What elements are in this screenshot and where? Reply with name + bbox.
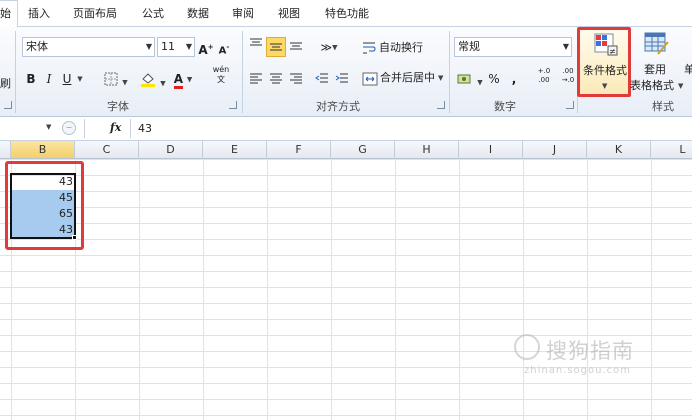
tab-insert[interactable]: 插入 xyxy=(28,5,50,25)
align-bottom-icon[interactable] xyxy=(288,37,304,57)
merge-center-button[interactable]: 合并后居中 ▼ xyxy=(362,69,448,87)
font-group-label: 字体 xyxy=(107,100,129,113)
number-format-select[interactable]: 常规 ▼ xyxy=(454,37,572,57)
ribbon-tab-bar: 始 插入 页面布局 公式 数据 审阅 视图 特色功能 xyxy=(0,0,692,27)
currency-format-icon[interactable]: ▼ xyxy=(456,69,484,89)
border-icon[interactable]: ▼ xyxy=(104,69,128,89)
comma-button[interactable]: , xyxy=(508,69,520,89)
annotation-highlight-frame xyxy=(5,161,84,250)
conditional-format-label: 条件格式 xyxy=(583,64,627,77)
underline-button[interactable]: U xyxy=(60,69,74,89)
italic-button[interactable]: I xyxy=(42,69,56,89)
column-header-b[interactable]: B xyxy=(11,141,75,159)
format-as-table-button[interactable]: 套用 表格格式 ▼ xyxy=(630,29,683,95)
alignment-launcher-icon[interactable] xyxy=(437,101,445,109)
wrap-text-label: 自动换行 xyxy=(379,41,423,54)
tab-data[interactable]: 数据 xyxy=(187,5,209,25)
increase-decimal-icon[interactable]: +.0 .00 xyxy=(534,67,554,87)
column-header-g[interactable]: G xyxy=(331,141,395,159)
column-header-k[interactable]: K xyxy=(587,141,651,159)
group-separator xyxy=(242,31,243,113)
tab-formulas[interactable]: 公式 xyxy=(142,5,164,25)
worksheet-grid[interactable]: BCDEFGHIJKL 43 45 65 43 搜狗指南 zhinan.sogou.c… xyxy=(0,141,692,420)
watermark-url: zhinan.sogou.com xyxy=(524,365,632,376)
select-all-corner[interactable] xyxy=(0,141,11,159)
format-as-table-label-1: 套用 xyxy=(644,63,666,76)
conditional-format-icon: ≠ xyxy=(594,33,618,56)
increase-indent-icon[interactable] xyxy=(334,69,350,89)
column-header-f[interactable]: F xyxy=(267,141,331,159)
divider xyxy=(130,119,131,138)
align-middle-icon[interactable] xyxy=(266,37,286,57)
name-box[interactable]: ▼ xyxy=(0,119,66,138)
styles-group-label: 样式 xyxy=(652,100,674,113)
column-header-h[interactable]: H xyxy=(395,141,459,159)
align-right-icon[interactable] xyxy=(288,69,304,89)
decrease-decimal-icon[interactable]: .00 →.0 xyxy=(558,67,578,87)
column-header-e[interactable]: E xyxy=(203,141,267,159)
expand-icon[interactable]: − xyxy=(62,121,76,135)
column-header-d[interactable]: D xyxy=(139,141,203,159)
merge-center-label: 合并后居中 xyxy=(380,71,435,84)
align-top-icon[interactable] xyxy=(248,37,264,57)
column-header-i[interactable]: I xyxy=(459,141,523,159)
insert-function-icon[interactable]: fx xyxy=(110,121,121,134)
table-format-icon xyxy=(644,32,669,55)
align-left-icon[interactable] xyxy=(248,69,264,89)
shrink-font-icon[interactable]: A- xyxy=(216,37,232,57)
percent-button[interactable]: % xyxy=(486,69,502,89)
number-group-label: 数字 xyxy=(494,100,516,113)
number-launcher-icon[interactable] xyxy=(566,101,574,109)
format-as-table-label-2: 表格格式 xyxy=(630,79,674,92)
svg-text:≠: ≠ xyxy=(609,47,616,56)
name-box-dropdown-icon[interactable]: ▼ xyxy=(46,123,51,131)
align-center-icon[interactable] xyxy=(268,69,284,89)
formula-bar: ▼ − fx 43 xyxy=(0,117,692,141)
column-header-c[interactable]: C xyxy=(75,141,139,159)
divider xyxy=(84,119,85,138)
cell-styles-label[interactable]: 单 xyxy=(684,63,692,77)
wrap-text-button[interactable]: 自动换行 xyxy=(362,39,442,57)
tab-home-label[interactable]: 始 xyxy=(0,5,11,25)
font-name-select[interactable]: 宋体 ▼ xyxy=(22,37,155,57)
font-color-icon[interactable]: A ▼ xyxy=(170,69,196,89)
font-launcher-icon[interactable] xyxy=(229,101,237,109)
grow-font-icon[interactable]: A+ xyxy=(198,37,214,57)
conditional-format-button[interactable]: ≠ 条件格式 ▼ xyxy=(577,27,631,97)
group-separator xyxy=(15,31,16,113)
clipboard-launcher-icon[interactable] xyxy=(4,101,12,109)
tab-view[interactable]: 视图 xyxy=(278,5,300,25)
tab-page-layout[interactable]: 页面布局 xyxy=(73,5,117,25)
column-header-l[interactable]: L xyxy=(651,141,692,159)
tab-special-features[interactable]: 特色功能 xyxy=(325,5,369,25)
fill-color-icon[interactable]: ▼ xyxy=(140,69,166,89)
column-header-j[interactable]: J xyxy=(523,141,587,159)
bold-button[interactable]: B xyxy=(24,69,38,89)
format-painter-label[interactable]: 刷 xyxy=(0,77,11,91)
decrease-indent-icon[interactable] xyxy=(314,69,330,89)
group-separator xyxy=(449,31,450,113)
watermark-text: 搜狗指南 xyxy=(546,339,634,363)
watermark-logo-icon xyxy=(514,334,540,360)
alignment-group-label: 对齐方式 xyxy=(316,100,360,113)
phonetic-guide-icon[interactable]: wén 文 xyxy=(206,65,236,85)
underline-dropdown-icon[interactable]: ▼ xyxy=(76,69,84,89)
ribbon: 刷 宋体 ▼ 11 ▼ A+ A- B I U ▼ ▼ ▼ A ▼ wén 文 字体… xyxy=(0,27,692,117)
formula-input[interactable]: 43 xyxy=(138,122,152,135)
text-orientation-icon[interactable]: ≫▼ xyxy=(316,37,342,57)
tab-review[interactable]: 审阅 xyxy=(232,5,254,25)
font-size-select[interactable]: 11 ▼ xyxy=(157,37,195,57)
